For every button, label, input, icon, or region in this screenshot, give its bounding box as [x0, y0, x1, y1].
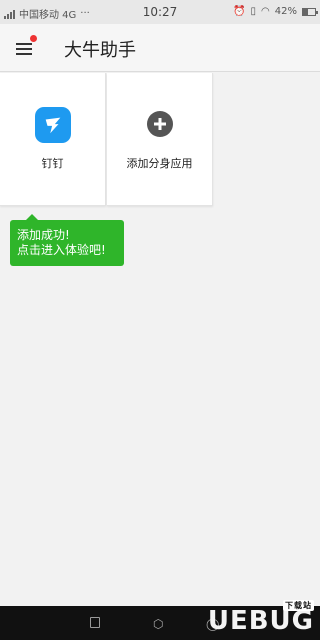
app-grid: 钉钉 添加分身应用: [0, 73, 213, 206]
battery-fill: [303, 8, 309, 15]
status-right: ⏰ ▯ ◠ 42%: [233, 6, 318, 17]
watermark-badge: 下载站: [283, 600, 314, 611]
hexagon-home-icon[interactable]: ⬡: [153, 617, 163, 631]
hamburger-icon: [16, 43, 32, 45]
plus-circle-icon: [147, 111, 173, 137]
app-label-add-clone: 添加分身应用: [126, 157, 193, 170]
hamburger-line: [16, 48, 32, 50]
system-nav-bar: ⬡ ◯ UEBUG 下载站: [0, 600, 320, 640]
hamburger-line: [16, 53, 32, 55]
app-card-dingtalk[interactable]: 钉钉: [0, 73, 106, 206]
battery-percent: 42%: [274, 6, 297, 17]
success-tooltip[interactable]: 添加成功! 点击进入体验吧!: [10, 214, 124, 266]
tooltip-line-1: 添加成功!: [17, 228, 70, 242]
tooltip-line-2: 点击进入体验吧!: [17, 243, 106, 257]
dingtalk-icon: [35, 107, 71, 143]
vibrate-icon: ▯: [250, 6, 257, 17]
watermark-logo: UEBUG 下载站: [208, 600, 314, 636]
plus-glyph: [154, 118, 166, 130]
app-bar: 大牛助手: [0, 24, 320, 72]
square-back-icon[interactable]: [90, 617, 100, 628]
notification-dot: [30, 35, 37, 42]
alarm-icon: ⏰: [233, 6, 246, 17]
add-clone-app-card[interactable]: 添加分身应用: [107, 73, 213, 206]
battery-icon: [302, 7, 318, 16]
wifi-icon: ◠: [261, 6, 270, 17]
app-label-dingtalk: 钉钉: [41, 157, 64, 170]
status-bar: 中国移动 4G ··· 10:27 ⏰ ▯ ◠ 42%: [0, 0, 320, 24]
menu-button[interactable]: [14, 35, 37, 58]
dingtalk-glyph: [45, 117, 61, 134]
page-title: 大牛助手: [64, 40, 136, 61]
